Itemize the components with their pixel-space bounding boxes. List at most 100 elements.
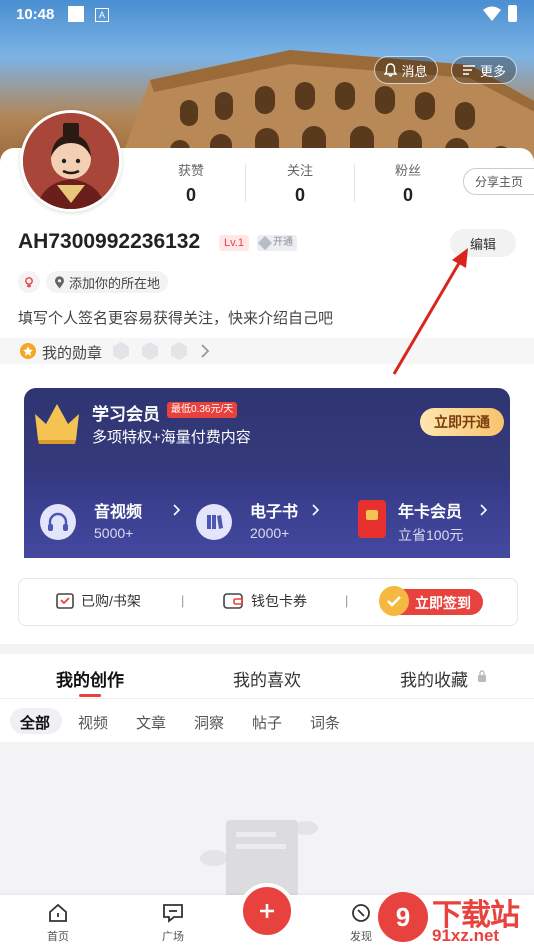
messages-button[interactable]: 消息 [374,56,438,84]
subtab-all-label: 全部 [20,715,51,732]
avatar[interactable] [20,110,122,212]
subtab-insight[interactable]: 洞察 [194,712,224,733]
more-label: 更多 [479,63,506,79]
divider [354,164,355,202]
tab-my-creations[interactable]: 我的创作 [56,666,124,691]
subtab-post[interactable]: 帖子 [252,712,282,733]
feature-av-sub: 5000+ [94,525,134,541]
location-chip[interactable]: 添加你的所在地 [46,271,169,293]
nav-square[interactable]: 广场 [153,903,193,944]
tab-my-likes[interactable]: 我的喜欢 [233,666,301,691]
medal-icon [20,343,36,359]
content-tabs: 我的创作 我的喜欢 我的收藏 全部 视频 文章 洞察 帖子 词条 [0,654,534,742]
plus-icon [260,904,274,918]
status-bar: 10:48 A [0,0,534,30]
checkin-label: 立即签到 [415,595,471,611]
wifi-icon [483,6,501,21]
wallet-button[interactable]: 钱包卡券 [223,591,307,611]
divider [245,164,246,202]
medal-placeholders [113,342,187,360]
red-envelope-icon [358,500,386,538]
feature-annual-title: 年卡会员 [398,504,463,521]
lock-icon [478,670,486,682]
subtab-all[interactable]: 全部 [10,708,62,734]
subtab-article[interactable]: 文章 [136,712,166,733]
feature-ebook-title: 电子书 [250,504,299,521]
feature-av-title: 音视频 [94,504,143,521]
medals-label: 我的勋章 [42,345,103,362]
stat-following-label: 关注 [286,163,313,178]
vip-desc: 多项特权+海量付费内容 [92,429,251,446]
shelf-icon [56,593,74,609]
stat-fans-label: 粉丝 [394,163,421,178]
compass-icon [352,904,370,922]
divider: | [181,593,185,608]
checkin-button[interactable]: 立即签到 [379,586,483,616]
purchased-shelf-label: 已购/书架 [81,593,141,609]
vip-card[interactable]: 学习会员 最低0.36元/天 多项特权+海量付费内容 立即开通 音视频 5000… [24,388,510,558]
vip-open-label: 开通 [273,237,293,248]
feature-annual-sub: 立省100元 [398,527,464,543]
wallet-label: 钱包卡券 [251,593,307,609]
gender-chip[interactable] [18,271,40,293]
location-pin-icon [55,275,64,288]
wallet-icon [223,593,243,609]
subtab-video[interactable]: 视频 [78,712,108,733]
bell-icon [384,63,398,77]
chevron-right-icon [480,504,488,516]
book-icon [196,504,232,540]
vip-open-button[interactable]: 立即开通 [420,408,504,436]
watermark: 9 下载站 91xz.net [378,888,534,950]
vip-open-badge[interactable]: 开通 [257,235,297,251]
chevron-right-icon [312,504,320,516]
watermark-url: 91xz.net [432,926,500,945]
username: AH7300992236132 [18,230,201,253]
tab-my-favorites[interactable]: 我的收藏 [400,666,468,691]
battery-icon [508,5,517,22]
a-notification-icon: A [95,8,109,22]
nav-discover-label: 发现 [350,931,372,943]
vip-price-tag: 最低0.36元/天 [167,402,238,418]
notification-icon [68,6,84,22]
diamond-icon [257,235,273,251]
subtab-entry[interactable]: 词条 [310,712,340,733]
stat-following-value: 0 [294,185,305,205]
chat-icon [163,904,183,923]
stat-following[interactable]: 关注 0 [250,160,350,206]
share-profile-label: 分享主页 [474,175,523,189]
quick-actions-bar: 已购/书架 | 钱包卡券 | 立即签到 [18,578,518,626]
nav-square-label: 广场 [162,931,184,943]
headphone-icon [40,504,76,540]
menu-icon [462,65,475,75]
chevron-right-icon [173,504,181,516]
status-time: 10:48 [16,6,55,23]
stat-likes[interactable]: 获赞 0 [141,160,241,206]
checkin-coin-icon [379,586,409,616]
divider [0,698,534,699]
vip-open-button-label: 立即开通 [434,414,490,430]
tab-active-indicator [79,694,101,697]
annotation-arrow [392,248,468,375]
stat-likes-value: 0 [185,185,196,205]
home-icon [49,903,67,922]
level-badge: Lv.1 [219,235,249,251]
stat-fans-value: 0 [402,185,413,205]
avatar-image [23,113,119,209]
vip-features: 音视频 5000+ 电子书 2000+ 年卡会员 立省100元 [24,478,510,558]
location-label: 添加你的所在地 [69,275,161,291]
create-button[interactable] [239,883,295,939]
stat-likes-label: 获赞 [177,163,204,178]
stat-fans[interactable]: 粉丝 0 [358,160,458,206]
bio-text[interactable]: 填写个人签名更容易获得关注，快来介绍自己吧 [18,307,333,328]
nav-home[interactable]: 首页 [38,903,78,944]
feature-ebook-sub: 2000+ [250,525,290,541]
watermark-logo: 9 [378,892,428,942]
more-button[interactable]: 更多 [451,56,517,84]
nav-home-label: 首页 [47,931,69,943]
chevron-right-icon [201,344,210,358]
purchased-shelf-button[interactable]: 已购/书架 [55,591,141,611]
share-profile-button[interactable]: 分享主页 [463,168,534,195]
nav-discover[interactable]: 发现 [341,903,381,944]
messages-label: 消息 [401,63,428,79]
female-icon [25,277,33,288]
